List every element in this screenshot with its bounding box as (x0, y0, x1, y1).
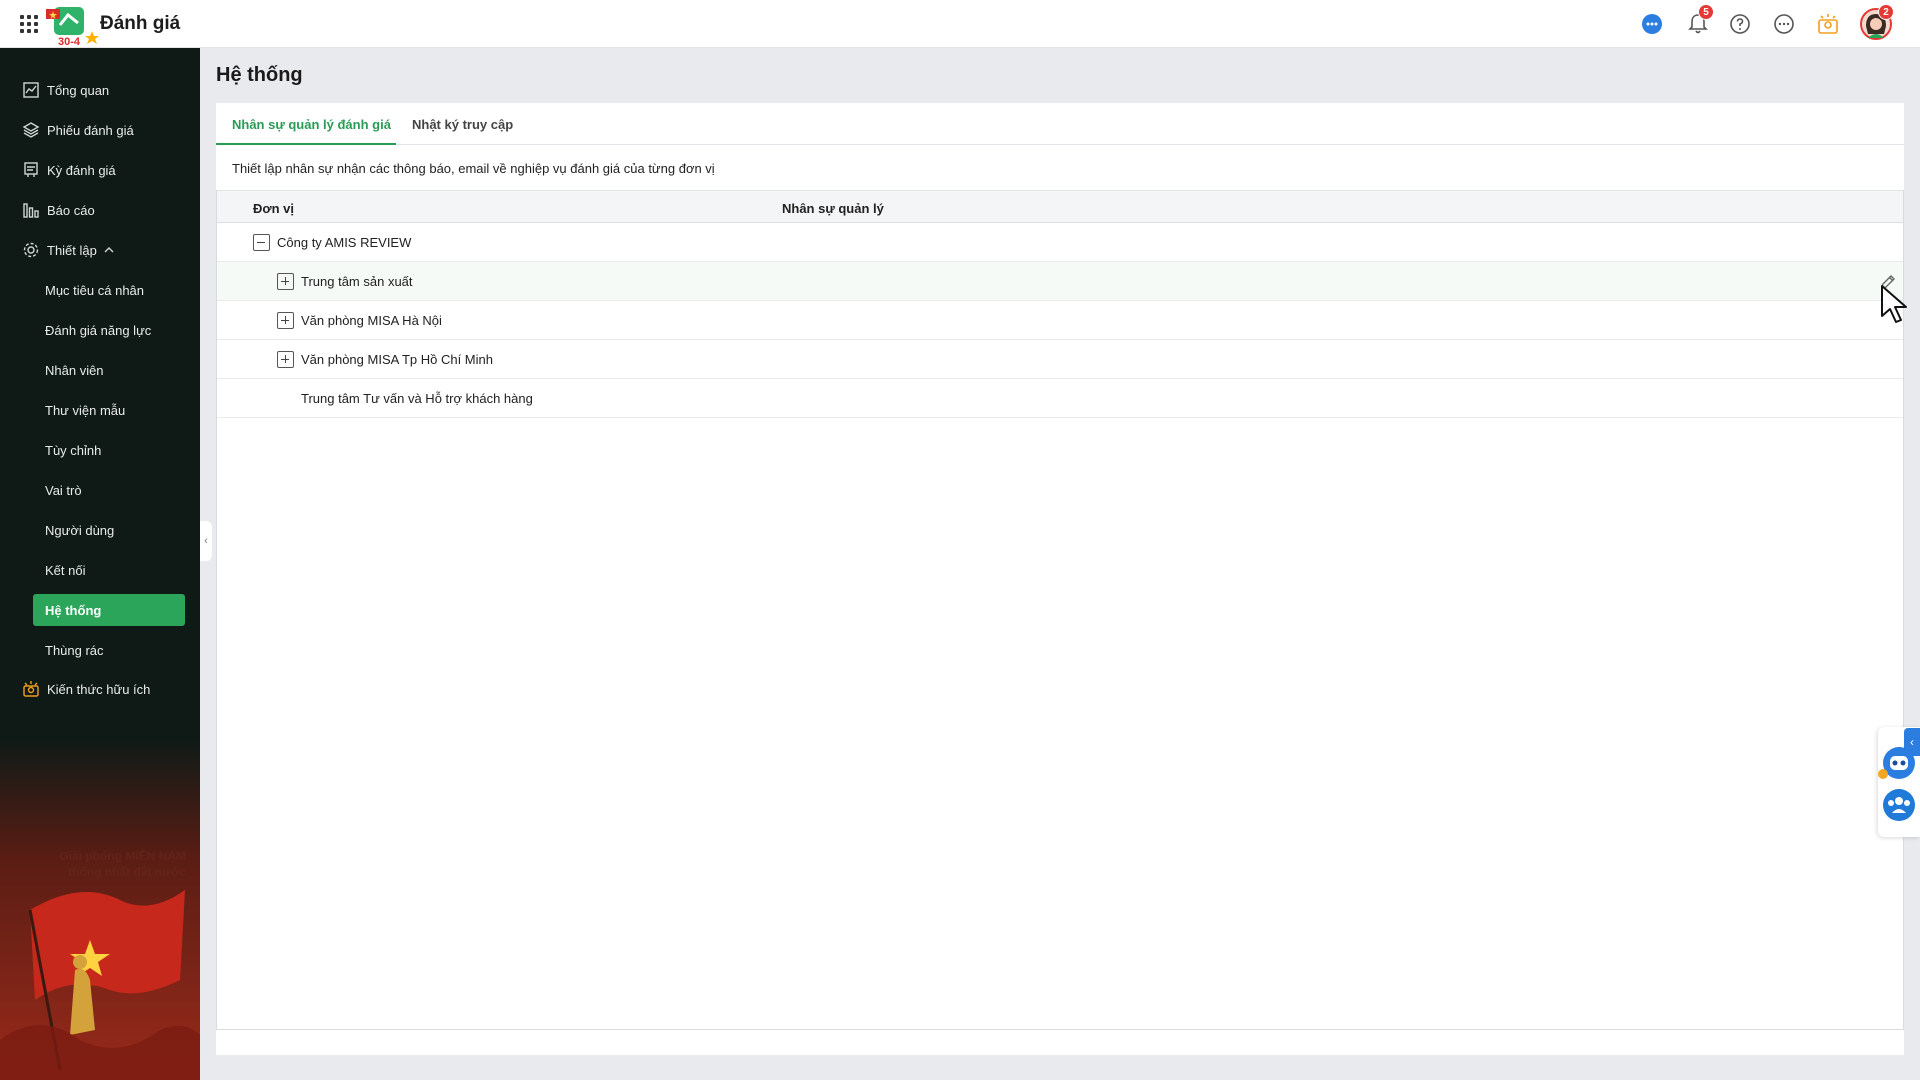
sidebar-item-review-forms[interactable]: Phiếu đánh giá (0, 115, 200, 145)
sidebar-sub-label: Nhân viên (45, 363, 104, 378)
table-row[interactable]: Công ty AMIS REVIEW (217, 223, 1903, 262)
community-icon[interactable] (1881, 787, 1917, 823)
sidebar-sub-label: Hệ thống (45, 603, 102, 618)
sidebar-item-label: Tổng quan (47, 83, 110, 98)
sidebar-item-knowledge[interactable]: Kiến thức hữu ích (0, 674, 200, 704)
calendar-doc-icon (24, 162, 38, 177)
sidebar-item-label: Báo cáo (47, 203, 95, 218)
bar-chart-icon (23, 203, 39, 218)
sidebar-sub-label: Người dùng (45, 523, 115, 538)
sidebar-sub-label: Kết nối (45, 563, 86, 578)
app-logo[interactable]: 30-4 (44, 5, 100, 47)
sidebar-sub-trash[interactable]: Thùng rác (33, 634, 185, 666)
top-bar: 30-4 Đánh giá 5 2 (0, 0, 1920, 48)
sidebar-item-label: Thiết lập (47, 243, 97, 258)
table-row[interactable]: Văn phòng MISA Tp Hồ Chí Minh (217, 340, 1903, 379)
unit-name: Công ty AMIS REVIEW (277, 235, 412, 250)
notification-button[interactable]: 5 (1684, 0, 1714, 48)
sidebar-sub-roles[interactable]: Vai trò (33, 474, 185, 506)
sidebar-sub-label: Đánh giá năng lực (45, 323, 152, 338)
tab-label: Nhật ký truy cập (412, 117, 514, 132)
sidebar-sub-label: Thư viện mẫu (45, 403, 126, 418)
table-header: Đơn vị Nhân sự quản lý (217, 190, 1903, 223)
sidebar-item-settings[interactable]: Thiết lập (0, 235, 200, 265)
column-header-unit: Đơn vị (253, 201, 295, 216)
lightbulb-icon (23, 681, 39, 697)
tab-label: Nhân sự quản lý đánh giá (232, 117, 391, 132)
floating-panel-toggle[interactable]: ‹ (1904, 728, 1920, 756)
sidebar-sub-personal-goals[interactable]: Mục tiêu cá nhân (33, 274, 185, 306)
unit-name: Trung tâm Tư vấn và Hỗ trợ khách hàng (301, 391, 533, 406)
apps-grid-icon[interactable] (20, 15, 38, 33)
help-icon[interactable] (1728, 12, 1752, 36)
sidebar-item-label: Kỳ đánh giá (47, 163, 116, 178)
main-panel: Nhân sự quản lý đánh giá Nhật ký truy cậ… (216, 103, 1904, 1055)
chevron-up-icon (104, 247, 114, 253)
sidebar-item-reports[interactable]: Báo cáo (0, 195, 200, 225)
table-row[interactable]: Văn phòng MISA Hà Nội (217, 301, 1903, 340)
description-text: Thiết lập nhân sự nhận các thông báo, em… (232, 161, 715, 176)
svg-text:30-4: 30-4 (58, 36, 81, 47)
sidebar-banner-text: Giải phóng MIỀN NAM thống nhất đất nước (59, 849, 186, 879)
sidebar-item-label: Kiến thức hữu ích (47, 682, 151, 697)
avatar-badge: 2 (1878, 4, 1894, 20)
sidebar-sub-system[interactable]: Hệ thống (33, 594, 185, 626)
sidebar-sub-label: Tùy chỉnh (45, 443, 102, 458)
table-row[interactable]: Trung tâm Tư vấn và Hỗ trợ khách hàng (217, 379, 1903, 418)
sidebar-item-review-periods[interactable]: Kỳ đánh giá (0, 155, 200, 185)
layers-icon (22, 122, 40, 138)
sidebar-collapse-button[interactable]: ‹ (200, 521, 212, 561)
lightbulb-icon[interactable] (1816, 12, 1840, 36)
app-title: Đánh giá (100, 13, 181, 34)
expand-toggle-icon[interactable] (277, 351, 294, 368)
collapse-toggle-icon[interactable] (253, 234, 270, 251)
expand-toggle-icon[interactable] (277, 273, 294, 290)
notification-badge: 5 (1698, 4, 1714, 20)
expand-toggle-icon[interactable] (277, 312, 294, 329)
sidebar-item-label: Phiếu đánh giá (47, 123, 134, 138)
gear-icon (23, 242, 39, 258)
user-menu[interactable]: 2 (1860, 4, 1894, 40)
sidebar-sub-employees[interactable]: Nhân viên (33, 354, 185, 386)
status-dot-icon (1878, 769, 1888, 779)
sidebar-sub-label: Thùng rác (45, 643, 104, 658)
unit-name: Trung tâm sản xuất (301, 274, 413, 289)
sidebar-sub-competency[interactable]: Đánh giá năng lực (33, 314, 185, 346)
table-row[interactable]: Trung tâm sản xuất (217, 262, 1903, 301)
sidebar-sub-connections[interactable]: Kết nối (33, 554, 185, 586)
sidebar-sub-label: Mục tiêu cá nhân (45, 283, 145, 298)
chart-line-icon (23, 82, 39, 98)
page-title: Hệ thống (216, 64, 303, 86)
sidebar: Giải phóng MIỀN NAM thống nhất đất nước … (0, 48, 200, 1080)
unit-name: Văn phòng MISA Tp Hồ Chí Minh (301, 352, 493, 367)
sidebar-sub-users[interactable]: Người dùng (33, 514, 185, 546)
unit-name: Văn phòng MISA Hà Nội (301, 313, 442, 328)
sidebar-banner-art (0, 740, 200, 1080)
tab-review-managers[interactable]: Nhân sự quản lý đánh giá (216, 103, 396, 145)
mouse-cursor-icon (1881, 285, 1907, 323)
sidebar-sub-customize[interactable]: Tùy chỉnh (33, 434, 185, 466)
org-tree-table: Đơn vị Nhân sự quản lý Công ty AMIS REVI… (216, 190, 1904, 1030)
tab-access-log[interactable]: Nhật ký truy cập (396, 103, 526, 145)
column-header-manager: Nhân sự quản lý (782, 201, 884, 216)
tab-bar: Nhân sự quản lý đánh giá Nhật ký truy cậ… (216, 103, 1904, 145)
chat-icon[interactable] (1640, 12, 1664, 36)
sidebar-sub-template-library[interactable]: Thư viện mẫu (33, 394, 185, 426)
sidebar-item-overview[interactable]: Tổng quan (0, 75, 200, 105)
more-icon[interactable] (1772, 12, 1796, 36)
sidebar-sub-label: Vai trò (45, 483, 82, 498)
